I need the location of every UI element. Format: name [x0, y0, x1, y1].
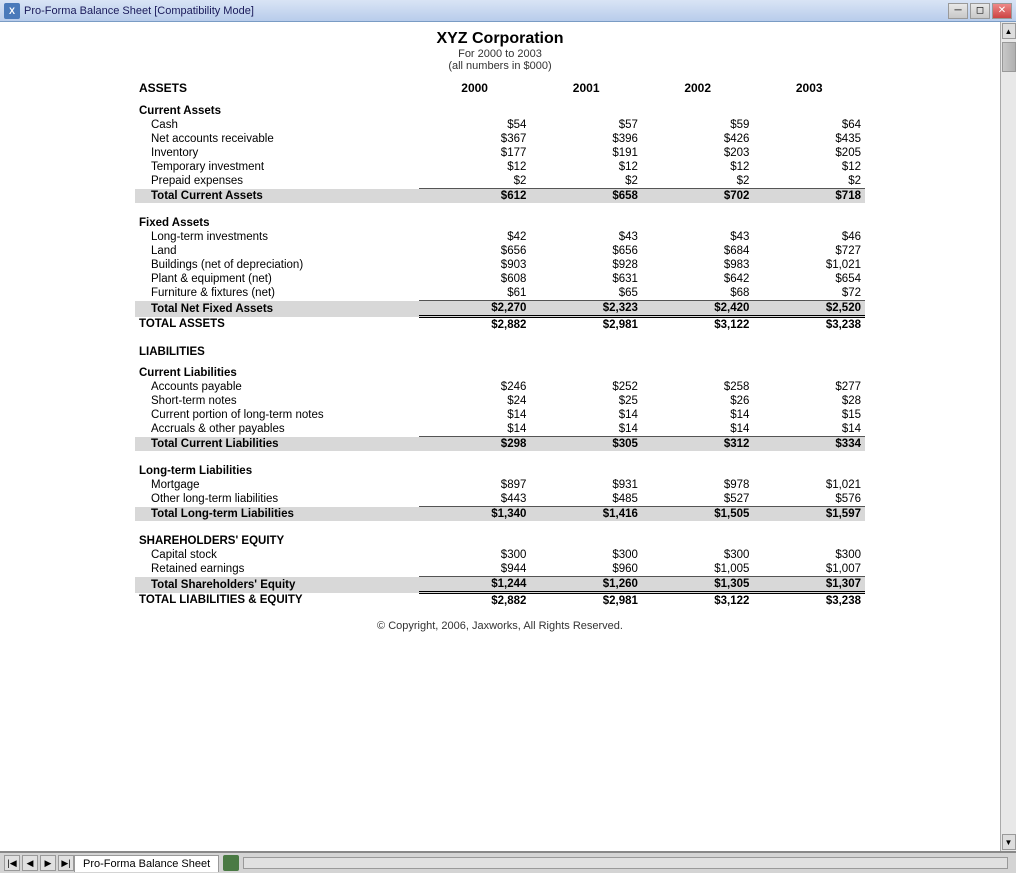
table-row: Mortgage $897 $931 $978 $1,021 — [135, 478, 865, 492]
total-shareholders-label: Total Shareholders' Equity — [135, 577, 419, 593]
year1-col-header: 2000 — [419, 80, 531, 97]
total-liabilities-equity-label: TOTAL LIABILITIES & EQUITY — [135, 593, 419, 609]
total-current-assets-label: Total Current Assets — [135, 189, 419, 204]
table-row: Cash $54 $57 $59 $64 — [135, 118, 865, 132]
current-liabilities-header-row: Current Liabilities — [135, 359, 865, 380]
row-label: Temporary investment — [135, 160, 419, 174]
table-row: Temporary investment $12 $12 $12 $12 — [135, 160, 865, 174]
table-row: Prepaid expenses $2 $2 $2 $2 — [135, 174, 865, 189]
title-bar-buttons: ─ ◻ ✕ — [948, 3, 1012, 19]
table-row: Accruals & other payables $14 $14 $14 $1… — [135, 422, 865, 437]
total-longterm-liabilities-row: Total Long-term Liabilities $1,340 $1,41… — [135, 507, 865, 522]
total-shareholders-row: Total Shareholders' Equity $1,244 $1,260… — [135, 577, 865, 593]
liabilities-header: LIABILITIES — [135, 338, 865, 359]
column-header-row: ASSETS 2000 2001 2002 2003 — [135, 80, 865, 97]
longterm-liabilities-header: Long-term Liabilities — [135, 457, 865, 478]
corp-subtitle1: For 2000 to 2003 — [4, 48, 996, 60]
status-bar: |◀ ◀ ▶ ▶| Pro-Forma Balance Sheet — [0, 851, 1016, 873]
copyright-text: © Copyright, 2006, Jaxworks, All Rights … — [4, 620, 996, 632]
total-assets-label: TOTAL ASSETS — [135, 317, 419, 333]
total-current-liabilities-row: Total Current Liabilities $298 $305 $312… — [135, 437, 865, 452]
balance-sheet-table: ASSETS 2000 2001 2002 2003 Current Asset… — [135, 80, 865, 608]
year2-col-header: 2001 — [530, 80, 642, 97]
title-section: XYZ Corporation For 2000 to 2003 (all nu… — [4, 30, 996, 72]
row-label: Inventory — [135, 146, 419, 160]
current-liabilities-header: Current Liabilities — [135, 359, 865, 380]
table-row: Current portion of long-term notes $14 $… — [135, 408, 865, 422]
scroll-thumb[interactable] — [1002, 42, 1016, 72]
year3-col-header: 2002 — [642, 80, 754, 97]
table-row: Short-term notes $24 $25 $26 $28 — [135, 394, 865, 408]
next-sheet-button[interactable]: ▶ — [40, 855, 56, 871]
total-liabilities-equity-row: TOTAL LIABILITIES & EQUITY $2,882 $2,981… — [135, 593, 865, 609]
sheet-content: XYZ Corporation For 2000 to 2003 (all nu… — [0, 22, 1000, 640]
row-label: Prepaid expenses — [135, 174, 419, 189]
shareholders-header: SHAREHOLDERS' EQUITY — [135, 527, 865, 548]
fixed-assets-header: Fixed Assets — [135, 209, 865, 230]
sheet-tab[interactable]: Pro-Forma Balance Sheet — [74, 855, 219, 872]
sheet-nav-buttons: |◀ ◀ ▶ ▶| — [4, 855, 74, 871]
longterm-liabilities-header-row: Long-term Liabilities — [135, 457, 865, 478]
close-button[interactable]: ✕ — [992, 3, 1012, 19]
total-fixed-assets-label: Total Net Fixed Assets — [135, 301, 419, 317]
title-bar-left: X Pro-Forma Balance Sheet [Compatibility… — [4, 3, 254, 19]
sheet-tab-icon — [223, 855, 239, 871]
table-row: Land $656 $656 $684 $727 — [135, 244, 865, 258]
corp-subtitle2: (all numbers in $000) — [4, 60, 996, 72]
total-current-liabilities-label: Total Current Liabilities — [135, 437, 419, 452]
table-row: Buildings (net of depreciation) $903 $92… — [135, 258, 865, 272]
total-current-assets-row: Total Current Assets $612 $658 $702 $718 — [135, 189, 865, 204]
sheet-area: XYZ Corporation For 2000 to 2003 (all nu… — [0, 22, 1000, 851]
table-row: Inventory $177 $191 $203 $205 — [135, 146, 865, 160]
last-sheet-button[interactable]: ▶| — [58, 855, 74, 871]
table-row: Accounts payable $246 $252 $258 $277 — [135, 380, 865, 394]
scroll-down-button[interactable]: ▼ — [1002, 834, 1016, 850]
total-fixed-assets-row: Total Net Fixed Assets $2,270 $2,323 $2,… — [135, 301, 865, 317]
corp-title: XYZ Corporation — [4, 30, 996, 48]
row-label: Cash — [135, 118, 419, 132]
window-title: Pro-Forma Balance Sheet [Compatibility M… — [24, 5, 254, 17]
horizontal-scrollbar[interactable] — [243, 857, 1008, 869]
table-row: Long-term investments $42 $43 $43 $46 — [135, 230, 865, 244]
year4-col-header: 2003 — [753, 80, 865, 97]
prev-sheet-button[interactable]: ◀ — [22, 855, 38, 871]
main-window: X Pro-Forma Balance Sheet [Compatibility… — [0, 0, 1016, 873]
first-sheet-button[interactable]: |◀ — [4, 855, 20, 871]
title-bar: X Pro-Forma Balance Sheet [Compatibility… — [0, 0, 1016, 22]
table-row: Retained earnings $944 $960 $1,005 $1,00… — [135, 562, 865, 577]
restore-button[interactable]: ◻ — [970, 3, 990, 19]
table-row: Other long-term liabilities $443 $485 $5… — [135, 492, 865, 507]
table-row: Plant & equipment (net) $608 $631 $642 $… — [135, 272, 865, 286]
vertical-scrollbar[interactable]: ▲ ▼ — [1000, 22, 1016, 851]
app-icon: X — [4, 3, 20, 19]
assets-col-header: ASSETS — [135, 80, 419, 97]
total-longterm-liabilities-label: Total Long-term Liabilities — [135, 507, 419, 522]
scroll-up-button[interactable]: ▲ — [1002, 23, 1016, 39]
fixed-assets-header-row: Fixed Assets — [135, 209, 865, 230]
liabilities-header-row: LIABILITIES — [135, 338, 865, 359]
current-assets-header: Current Assets — [135, 97, 865, 118]
table-row: Net accounts receivable $367 $396 $426 $… — [135, 132, 865, 146]
shareholders-header-row: SHAREHOLDERS' EQUITY — [135, 527, 865, 548]
row-label: Net accounts receivable — [135, 132, 419, 146]
minimize-button[interactable]: ─ — [948, 3, 968, 19]
current-assets-header-row: Current Assets — [135, 97, 865, 118]
content-area: XYZ Corporation For 2000 to 2003 (all nu… — [0, 22, 1016, 851]
table-row: Furniture & fixtures (net) $61 $65 $68 $… — [135, 286, 865, 301]
total-assets-row: TOTAL ASSETS $2,882 $2,981 $3,122 $3,238 — [135, 317, 865, 333]
table-row: Capital stock $300 $300 $300 $300 — [135, 548, 865, 562]
